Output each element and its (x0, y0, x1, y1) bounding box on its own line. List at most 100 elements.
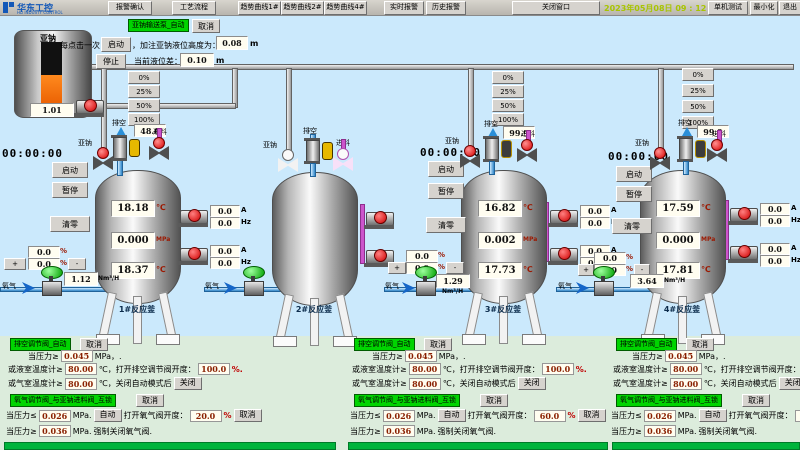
reactor3-sodium-valve[interactable] (459, 144, 481, 170)
panel2-row5-unit: MPa. (417, 427, 436, 436)
panel3-o2-cancel-button[interactable]: 取消 (742, 394, 770, 407)
reactor4-oxygen-valve[interactable] (592, 266, 614, 296)
standalone-test-button[interactable]: 单机测试 (708, 1, 748, 15)
reactor4-sodium-valve[interactable] (649, 146, 671, 172)
panel1-row4-pct: % (224, 411, 232, 420)
reactor4-clear-button[interactable]: 清零 (612, 218, 652, 234)
minimize-button[interactable]: 最小化 (750, 1, 778, 15)
panel2-liquid-temp-setpoint[interactable]: 80.00 (409, 363, 441, 375)
realtime-alarm-button[interactable]: 实时报警 (384, 1, 424, 15)
reactor2-feed-valve[interactable] (332, 147, 354, 173)
tank-pump[interactable] (74, 96, 104, 117)
reactor4-opening-b-unit: % (626, 265, 633, 273)
history-alarm-button[interactable]: 历史报警 (426, 1, 466, 15)
reactor1-clear-button[interactable]: 清零 (50, 216, 90, 232)
reactor3-clear-button[interactable]: 清零 (426, 217, 466, 233)
reactor2-sodium-valve[interactable] (277, 148, 299, 174)
reactor1-opening-plus-button[interactable]: + (4, 258, 26, 270)
panel3-o2-low-pressure-setpoint[interactable]: 0.026 (644, 410, 676, 422)
panel1-o2-high-pressure-setpoint[interactable]: 0.036 (39, 425, 71, 437)
panel1-vent-pressure-setpoint[interactable]: 0.045 (61, 350, 93, 362)
reactor1-pump-1[interactable] (178, 206, 208, 227)
sodium-pump-cancel-button[interactable]: 取消 (192, 19, 220, 33)
reactor4-vent-valve[interactable] (675, 136, 695, 162)
panel2-o2-open-cancel-button[interactable]: 取消 (578, 409, 606, 422)
reactor3-vent-0pct-button[interactable]: 0% (492, 71, 524, 84)
reactor4-pause-button[interactable]: 暂停 (616, 186, 652, 202)
panel1-vent-open-pct[interactable]: 100.0 (198, 363, 230, 375)
panel2-vent-pressure-setpoint[interactable]: 0.045 (405, 350, 437, 362)
reactor1-pump-2[interactable] (178, 244, 208, 265)
reactor1-start-button[interactable]: 启动 (52, 162, 88, 178)
panel2-vent-open-pct[interactable]: 100.0 (542, 363, 574, 375)
reactor1-vent-0pct-button[interactable]: 0% (128, 71, 160, 84)
panel2-row1-text: 当压力≥ (372, 351, 403, 362)
panel1-liquid-temp-setpoint[interactable]: 80.00 (65, 363, 97, 375)
reactor3-vent-valve[interactable] (481, 136, 501, 162)
panel1-o2-cancel-button[interactable]: 取消 (136, 394, 164, 407)
reactor3-opening-a-value: 0.0 (406, 250, 438, 262)
panel3-auto-button[interactable]: 自动 (699, 409, 727, 422)
reactor2-vent-valve[interactable] (302, 138, 322, 164)
exit-button[interactable]: 退出 (779, 1, 800, 15)
panel2-close-button[interactable]: 关闭 (518, 377, 546, 390)
reactor4-pump2-current: 0.0 (760, 243, 790, 255)
dose-start-button[interactable]: 启动 (101, 37, 131, 52)
reactor3-vent-50pct-button[interactable]: 50% (492, 99, 524, 112)
reactor1-oxygen-valve[interactable] (40, 266, 62, 296)
dose-stop-button[interactable]: 停止 (96, 54, 126, 69)
panel1-o2-low-pressure-setpoint[interactable]: 0.026 (39, 410, 71, 422)
reactor4-vent-50pct-button[interactable]: 50% (682, 100, 714, 113)
reactor1-vent-50pct-button[interactable]: 50% (128, 99, 160, 112)
trend-curve-4-button[interactable]: 趋势曲线4# (324, 1, 367, 15)
panel2-row4-pct: % (568, 411, 576, 420)
reactor1-pump1-current: 0.0 (210, 205, 240, 217)
panel3-o2-high-pressure-setpoint[interactable]: 0.036 (644, 425, 676, 437)
panel3-vent-pressure-setpoint[interactable]: 0.045 (665, 350, 697, 362)
reactor3-opening-minus-button[interactable]: - (446, 262, 464, 274)
close-window-button[interactable]: 关闭窗口 (512, 1, 600, 15)
reactor4-vent-0pct-button[interactable]: 0% (682, 68, 714, 81)
reactor3-opening-plus-button[interactable]: + (388, 262, 406, 274)
reactor4-start-button[interactable]: 启动 (616, 166, 652, 182)
reactor2-pump-1[interactable] (364, 208, 394, 229)
reactor1-opening-minus-button[interactable]: - (68, 258, 86, 270)
reactor3-pause-button[interactable]: 暂停 (428, 183, 464, 199)
bottom-green-strip (4, 442, 336, 450)
reactor3-pump-2[interactable] (548, 244, 578, 265)
panel2-o2-cancel-button[interactable]: 取消 (480, 394, 508, 407)
panel1-o2-open-pct[interactable]: 20.0 (190, 410, 222, 422)
reactor4-pump-2[interactable] (728, 242, 758, 263)
panel1-gas-temp-setpoint[interactable]: 80.00 (65, 378, 97, 390)
reactor3-vent-25pct-button[interactable]: 25% (492, 85, 524, 98)
reactor3-pump-1[interactable] (548, 206, 578, 227)
trend-curve-1-button[interactable]: 趋势曲线1# (238, 1, 281, 15)
panel1-o2-open-cancel-button[interactable]: 取消 (234, 409, 262, 422)
reactor1-pause-button[interactable]: 暂停 (52, 182, 88, 198)
trend-curve-2-button[interactable]: 趋势曲线2# (281, 1, 324, 15)
dose-height-value[interactable]: 0.08 (216, 36, 248, 50)
panel3-close-button[interactable]: 关闭 (779, 377, 800, 390)
reactor1-feed-valve[interactable] (148, 136, 170, 162)
reactor3-feed-valve[interactable] (516, 138, 538, 164)
reactor1-temp-top-unit: ℃ (156, 203, 166, 212)
panel3-liquid-temp-setpoint[interactable]: 80.00 (670, 363, 702, 375)
process-flow-button[interactable]: 工艺流程 (172, 1, 216, 15)
panel3-gas-temp-setpoint[interactable]: 80.00 (670, 378, 702, 390)
reactor1-vent-valve[interactable] (109, 135, 129, 161)
reactor1-vent-25pct-button[interactable]: 25% (128, 85, 160, 98)
panel1-auto-button[interactable]: 自动 (94, 409, 122, 422)
panel2-o2-low-pressure-setpoint[interactable]: 0.026 (383, 410, 415, 422)
reactor4-pump-1[interactable] (728, 204, 758, 225)
panel1-close-button[interactable]: 关闭 (174, 377, 202, 390)
reactor2-oxygen-valve[interactable] (242, 266, 264, 296)
reactor4-vent-25pct-button[interactable]: 25% (682, 84, 714, 97)
alarm-ack-button[interactable]: 报警确认 (108, 1, 152, 15)
panel3-o2-open-pct[interactable]: 20.0 (795, 410, 800, 422)
panel2-o2-open-pct[interactable]: 60.0 (534, 410, 566, 422)
panel2-o2-high-pressure-setpoint[interactable]: 0.036 (383, 425, 415, 437)
panel2-auto-button[interactable]: 自动 (438, 409, 466, 422)
panel2-gas-temp-setpoint[interactable]: 80.00 (409, 378, 441, 390)
reactor3-oxygen-valve[interactable] (414, 266, 436, 296)
reactor4-feed-valve[interactable] (706, 138, 728, 164)
